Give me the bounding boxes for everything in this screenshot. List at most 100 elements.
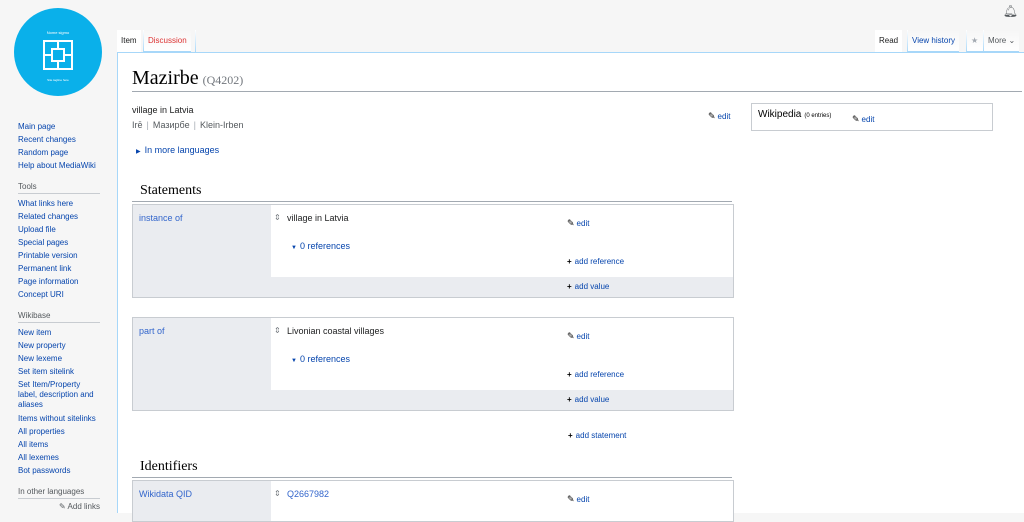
sitelinks-edit-button[interactable]: ✎ edit	[852, 109, 874, 127]
tab-read[interactable]: Read	[875, 30, 903, 52]
notifications-bell-icon[interactable]: 🔔︎	[1003, 4, 1018, 18]
sidebar-item-what-links-here[interactable]: What links here	[18, 197, 100, 210]
tab-view-history[interactable]: View history	[908, 30, 959, 52]
site-logo[interactable]: Nome sigmo Site tagline here	[14, 8, 102, 96]
identifier-value: ⇕ Q2667982 ✎ edit	[271, 481, 733, 521]
sidebar-item-special-pages[interactable]: Special pages	[18, 236, 100, 249]
references-label: 0 references	[299, 241, 350, 251]
tab-separator	[195, 30, 196, 52]
pencil-icon: ✎	[708, 111, 716, 121]
statement-value-text[interactable]: Livonian coastal villages	[287, 326, 384, 336]
add-value-label: add value	[574, 282, 610, 291]
rank-icon[interactable]: ⇕	[274, 213, 281, 222]
caret-down-icon: ▼	[291, 245, 297, 251]
alias: Мазирбе	[152, 120, 190, 130]
sidebar-item-new-property[interactable]: New property	[18, 339, 100, 352]
pencil-icon: ✎	[59, 502, 66, 511]
sidebar-item-new-lexeme[interactable]: New lexeme	[18, 352, 100, 365]
statement-edit-button[interactable]: ✎ edit	[567, 326, 589, 344]
more-languages-label: In more languages	[144, 145, 220, 155]
pencil-icon: ✎	[852, 114, 860, 124]
edit-label: edit	[576, 219, 590, 228]
tab-item[interactable]: Item	[117, 30, 141, 52]
tab-discussion[interactable]: Discussion	[144, 30, 191, 52]
references-toggle[interactable]: ▼ 0 references	[291, 241, 350, 251]
sidebar-item-upload-file[interactable]: Upload file	[18, 223, 100, 236]
sidebar-item-items-without-sitelinks[interactable]: Items without sitelinks	[18, 412, 100, 425]
statement-value-text[interactable]: village in Latvia	[287, 213, 349, 223]
wikibase-heading: Wikibase	[18, 311, 100, 323]
sitelinks-box: Wikipedia (0 entries) ✎ edit	[751, 103, 993, 131]
edit-label: edit	[861, 115, 875, 124]
add-statement-label: add statement	[575, 431, 627, 440]
sidebar-item-related-changes[interactable]: Related changes	[18, 210, 100, 223]
add-reference-button[interactable]: + add reference	[567, 370, 624, 379]
sidebar-item-printable-version[interactable]: Printable version	[18, 249, 100, 262]
sidebar-item-new-item[interactable]: New item	[18, 326, 100, 339]
sidebar-item-page-information[interactable]: Page information	[18, 275, 100, 288]
logo-emblem-icon	[43, 40, 73, 70]
statements-heading: Statements	[140, 183, 202, 198]
statement-edit-button[interactable]: ✎ edit	[567, 213, 589, 231]
identifiers-heading: Identifiers	[140, 459, 198, 474]
add-statement-button[interactable]: + add statement	[568, 431, 626, 440]
sitelinks-count: (0 entries)	[804, 113, 832, 119]
pencil-icon: ✎	[567, 218, 575, 228]
statement-group: instance of ⇕ village in Latvia ✎ edit ▼ 0…	[132, 204, 734, 298]
statements-divider	[132, 201, 732, 202]
add-links-button[interactable]: ✎ Add links	[18, 502, 100, 511]
title-divider	[132, 91, 1022, 92]
identifier-value-text[interactable]: Q2667982	[287, 489, 329, 499]
sidebar-item-all-items[interactable]: All items	[18, 438, 100, 451]
sidebar-item-bot-passwords[interactable]: Bot passwords	[18, 464, 100, 477]
identifier-group: Wikidata QID ⇕ Q2667982 ✎ edit	[132, 480, 734, 522]
tab-more[interactable]: More ⌄	[984, 30, 1020, 52]
add-reference-label: add reference	[574, 370, 625, 379]
sidebar-item-set-item-sitelink[interactable]: Set item sitelink	[18, 365, 100, 378]
add-links-label: Add links	[67, 502, 100, 511]
sidebar-item-set-label[interactable]: Set Item/Property label, description and…	[18, 380, 100, 410]
sidebar-item-all-properties[interactable]: All properties	[18, 425, 100, 438]
sidebar-item-main-page[interactable]: Main page	[18, 120, 100, 133]
chevron-down-icon: ⌄	[1008, 36, 1016, 45]
add-reference-button[interactable]: + add reference	[567, 257, 624, 266]
item-label: Mazirbe	[132, 67, 199, 89]
references-toggle[interactable]: ▼ 0 references	[291, 354, 350, 364]
sidebar-item-permanent-link[interactable]: Permanent link	[18, 262, 100, 275]
sidebar-item-concept-uri[interactable]: Concept URI	[18, 288, 100, 301]
caret-down-icon: ▼	[291, 358, 297, 364]
rank-icon[interactable]: ⇕	[274, 489, 281, 498]
statement-group: part of ⇕ Livonian coastal villages ✎ edi…	[132, 317, 734, 411]
edit-label: edit	[576, 495, 590, 504]
sidebar-item-random-page[interactable]: Random page	[18, 146, 100, 159]
alias: Klein-Irben	[199, 120, 244, 130]
edit-description-button[interactable]: ✎ edit	[708, 106, 730, 124]
identifiers-divider	[132, 477, 732, 478]
add-value-button[interactable]: + add value	[567, 395, 609, 404]
add-reference-label: add reference	[574, 257, 625, 266]
identifier-property[interactable]: Wikidata QID	[139, 489, 192, 499]
sidebar-item-all-lexemes[interactable]: All lexemes	[18, 451, 100, 464]
alias: Irē	[132, 120, 143, 130]
more-languages-toggle[interactable]: ▶ In more languages	[136, 145, 219, 155]
sidebar: Main page Recent changes Random page Hel…	[18, 120, 100, 511]
statement-property[interactable]: instance of	[139, 213, 183, 223]
edit-label: edit	[576, 332, 590, 341]
statement-value: ⇕ village in Latvia ✎ edit ▼ 0 references …	[271, 205, 733, 277]
sidebar-item-help[interactable]: Help about MediaWiki	[18, 159, 100, 172]
identifier-edit-button[interactable]: ✎ edit	[567, 489, 589, 507]
edit-label: edit	[717, 112, 731, 121]
references-label: 0 references	[299, 354, 350, 364]
tabs-bar: Item Discussion Read View history ★ More…	[117, 30, 1024, 52]
caret-right-icon: ▶	[136, 149, 141, 155]
logo-text-bottom: Site tagline here	[47, 78, 69, 82]
plus-icon: +	[567, 395, 572, 404]
plus-icon: +	[568, 431, 573, 440]
statement-property[interactable]: part of	[139, 326, 165, 336]
add-value-label: add value	[574, 395, 610, 404]
add-value-button[interactable]: + add value	[567, 282, 609, 291]
languages-heading: In other languages	[18, 487, 100, 499]
sidebar-item-recent-changes[interactable]: Recent changes	[18, 133, 100, 146]
sitelinks-title: Wikipedia (0 entries)	[758, 109, 831, 120]
rank-icon[interactable]: ⇕	[274, 326, 281, 335]
